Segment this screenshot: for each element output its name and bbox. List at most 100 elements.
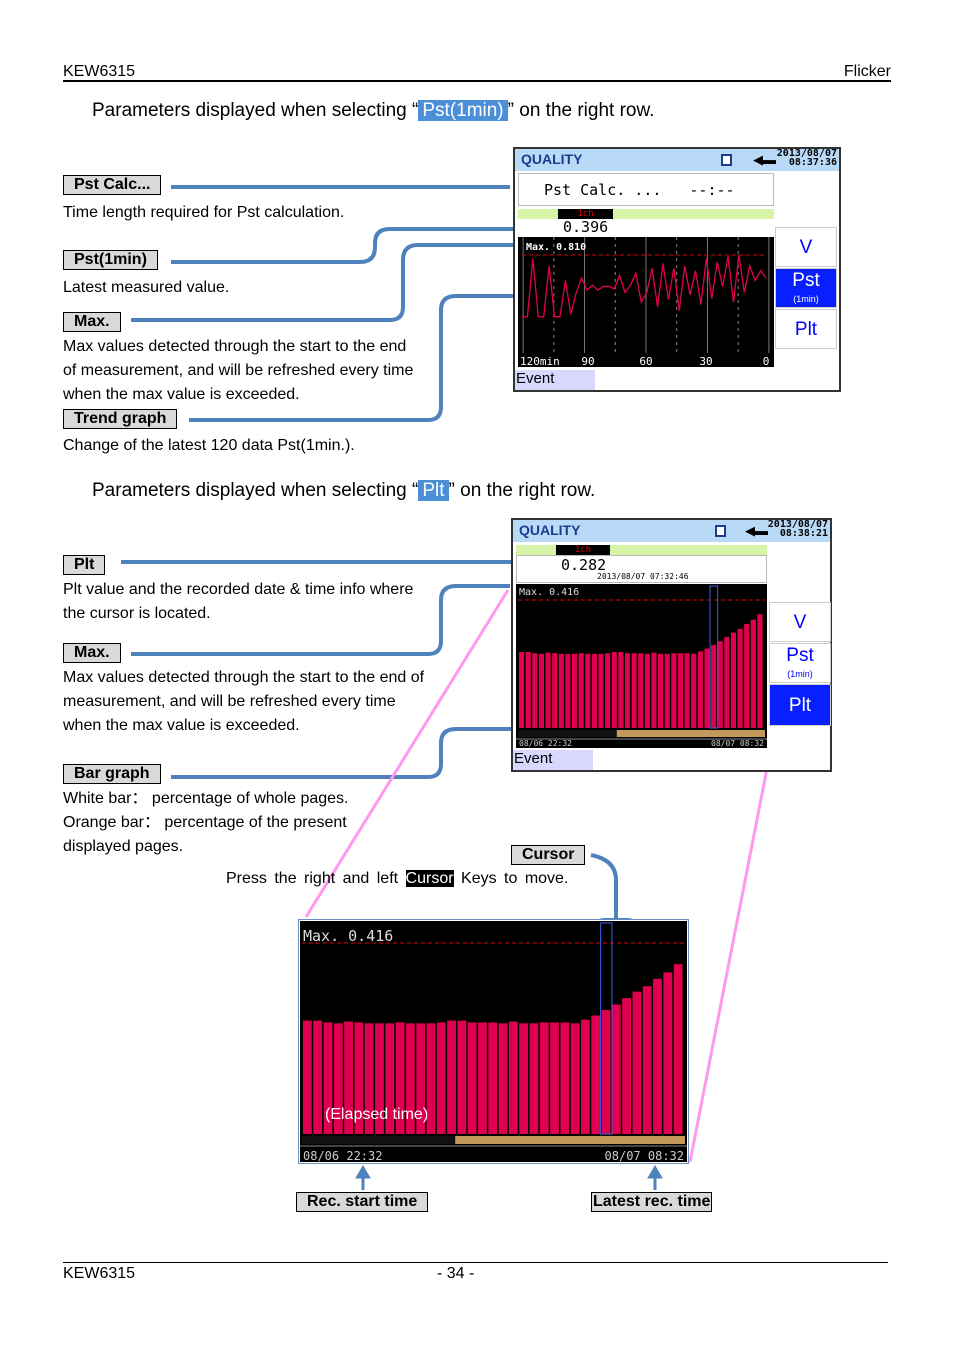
plt-bar <box>684 653 690 728</box>
plt-bar <box>663 972 673 1134</box>
x-tick-label: 120min <box>520 355 560 367</box>
cursor-instruction: Press the right and left Cursor Keys to … <box>226 870 569 887</box>
title-bar: QUALITY ◀▬ 2013/08/07 08:38:21 <box>513 520 830 542</box>
plt-bar <box>578 653 584 728</box>
title-bar: QUALITY ◀▬ 2013/08/07 08:37:36 <box>515 149 839 171</box>
plt-bar <box>447 1020 456 1134</box>
side-button-pst[interactable]: Pst (1min) <box>769 643 831 683</box>
label-max: Max. <box>63 312 121 332</box>
plt-bar <box>570 1023 580 1134</box>
plt-bar <box>730 632 737 728</box>
plt-bar <box>313 1020 323 1134</box>
plt-bar <box>704 648 710 728</box>
power-plug-icon: ◀▬ <box>753 152 776 167</box>
plt-bar <box>545 652 551 728</box>
plt-bar <box>673 964 683 1134</box>
desc-max-plt-2: measurement, and will be refreshed every… <box>63 693 396 710</box>
label-pst-1min: Pst(1min) <box>63 250 158 270</box>
sd-card-icon <box>721 154 732 166</box>
label-plt: Plt <box>63 555 106 575</box>
label-trend-graph: Trend graph <box>63 409 178 429</box>
screen-plt: QUALITY ◀▬ 2013/08/07 08:38:21 1ch 0.282 … <box>511 518 832 772</box>
plt-bar <box>697 651 703 728</box>
desc-max-plt-1: Max values detected through the start to… <box>63 669 425 686</box>
label-pst-calc: Pst Calc... <box>63 175 162 195</box>
plt-bar <box>478 1022 487 1134</box>
datetime: 2013/08/07 08:38:21 <box>767 519 828 539</box>
label-cursor: Cursor <box>511 845 586 865</box>
side-button-pst[interactable]: Pst (1min) <box>775 268 837 308</box>
screen-title: QUALITY <box>519 522 581 538</box>
plt-bar <box>601 1010 611 1134</box>
x-tick-label: 0 <box>763 355 770 367</box>
x-tick-label: 60 <box>639 355 652 367</box>
plt-bar <box>711 644 717 728</box>
desc-max-plt-3: when the max value is exceeded. <box>63 717 300 734</box>
cursor-key: Cursor <box>405 870 454 887</box>
plt-bar <box>631 653 637 728</box>
plt-bar <box>598 653 604 728</box>
plt-bar <box>571 653 578 728</box>
start-time-label: 08/06 22:32 <box>519 739 572 748</box>
plt-bar <box>691 653 697 728</box>
channel-bar: 1ch <box>518 209 774 219</box>
plt-bar <box>436 1022 446 1134</box>
sd-card-icon <box>715 525 726 537</box>
plt-bar <box>467 1022 477 1134</box>
plt-bar <box>611 1004 621 1134</box>
plt-bar <box>558 653 564 728</box>
plt-bar <box>642 986 652 1134</box>
page-bar-orange <box>455 1136 685 1144</box>
desc-plt-1: Plt value and the recorded date & time i… <box>63 581 414 598</box>
plt-bar <box>605 653 611 728</box>
plt-bar <box>560 1022 570 1134</box>
plt-bar <box>519 1023 529 1134</box>
x-tick-label: 90 <box>581 355 594 367</box>
desc-pst-1min: Latest measured value. <box>63 279 230 296</box>
screen-title: QUALITY <box>521 151 583 167</box>
start-time-label: 08/06 22:32 <box>303 1149 382 1163</box>
plt-bar <box>664 653 670 728</box>
plt-bar <box>632 991 642 1134</box>
plt-bar <box>488 1022 498 1134</box>
side-button-plt[interactable]: Plt <box>769 684 831 726</box>
power-plug-icon: ◀▬ <box>745 523 768 538</box>
max-label: Max. 0.810 <box>526 242 586 253</box>
plt-bar <box>457 1020 467 1134</box>
pst-value: 0.396 <box>563 218 609 236</box>
plt-value-panel: 0.282 2013/08/07 07:32:46 <box>516 555 767 583</box>
footer-left: KEW6315 <box>63 1265 136 1282</box>
plt-bar <box>653 978 662 1134</box>
channel-bar: 1ch <box>516 545 767 555</box>
desc-trend-graph: Change of the latest 120 data Pst(1min.)… <box>63 437 355 454</box>
plt-bar <box>750 619 756 728</box>
label-bar-graph: Bar graph <box>63 764 161 784</box>
plt-bar <box>538 653 544 728</box>
end-time-label: 08/07 08:32 <box>605 1149 684 1163</box>
plt-bar <box>591 1015 601 1134</box>
plt-bar <box>622 998 632 1134</box>
side-button-v[interactable]: V <box>769 602 831 642</box>
plt-bar <box>539 1022 549 1134</box>
side-button-plt[interactable]: Plt <box>775 309 837 349</box>
plt-bar <box>525 652 531 728</box>
desc-plt-2: the cursor is located. <box>63 605 211 622</box>
plt-bar <box>638 653 644 728</box>
plt-bar <box>717 641 723 728</box>
plt-bar <box>565 653 571 728</box>
zoomed-plot: Max. 0.416 08/06 22:32 08/07 08:32 <box>300 921 687 1163</box>
desc-max-2: of measurement, and will be refreshed ev… <box>63 362 414 379</box>
label-latest-rec-time: Latest rec. time <box>591 1192 713 1212</box>
page-number: - 34 - <box>437 1265 475 1282</box>
side-button-v[interactable]: V <box>775 227 837 267</box>
footer-rule <box>63 1262 888 1263</box>
plt-bar <box>651 652 657 728</box>
plt-bar <box>624 653 631 728</box>
plt-bar <box>658 653 664 728</box>
desc-max-1: Max values detected through the start to… <box>63 338 407 355</box>
desc-pst-calc: Time length required for Pst calculation… <box>63 204 345 221</box>
label-max-plt: Max. <box>63 643 121 663</box>
trend-graph: Max. 0.810 120min 90 60 30 0 <box>518 237 774 367</box>
zoomed-bar-graph: Max. 0.416 08/06 22:32 08/07 08:32 <box>298 919 689 1164</box>
x-tick-label: 30 <box>699 355 712 367</box>
